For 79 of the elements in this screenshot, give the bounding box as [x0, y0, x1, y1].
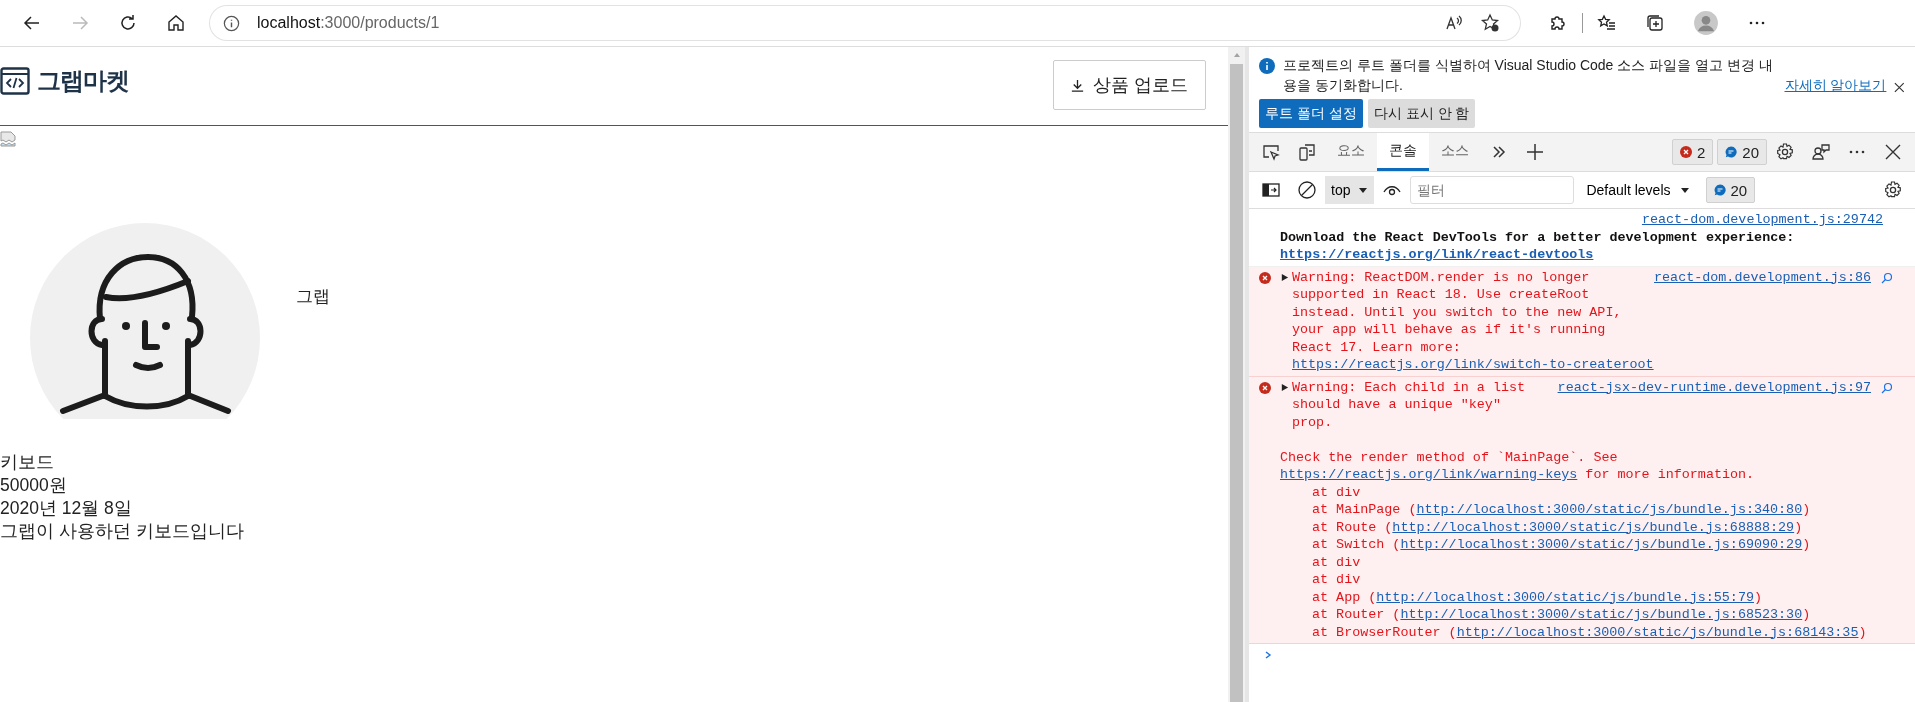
stack-frame: at Router (http://localhost:3000/static/js/bundle.js:68523:30): [1312, 607, 1811, 622]
devtools-tab[interactable]: 콘솔: [1377, 133, 1429, 171]
message-count-button[interactable]: 20: [1705, 177, 1756, 203]
context-dropdown[interactable]: top: [1325, 176, 1375, 204]
prompt-chevron-icon[interactable]: [1263, 650, 1273, 660]
stack-frame: at Route (http://localhost:3000/static/js/bundle.js:68888:29): [1312, 519, 1803, 535]
docs-link[interactable]: https://reactjs.org/link/react-devtools: [1280, 247, 1594, 262]
message-icon: [1725, 146, 1738, 158]
close-icon[interactable]: [1883, 142, 1903, 162]
code-window-icon: [0, 66, 30, 96]
stack-link[interactable]: http://localhost:3000/static/js/bundle.js:55:79: [1376, 589, 1754, 605]
message-text: Warning: Each child in a list should have a unique "key" prop.: [1292, 379, 1526, 430]
puzzle-icon[interactable]: [1548, 13, 1568, 33]
infobar-button[interactable]: 루트 폴더 설정: [1259, 99, 1363, 128]
scrollbar[interactable]: [1228, 47, 1245, 702]
caret-icon: [1679, 185, 1690, 195]
search-icon[interactable]: [1881, 271, 1893, 284]
filter-field[interactable]: 필터: [1410, 176, 1575, 204]
stack-link[interactable]: http://localhost:3000/static/js/bundle.js:68143:35: [1456, 624, 1859, 640]
product-detail: 2020년 12월 8일: [0, 497, 132, 520]
favorite-star-icon[interactable]: [1480, 13, 1500, 33]
stack-link[interactable]: http://localhost:3000/static/js/bundle.js:68888:29: [1392, 519, 1795, 535]
error-icon: [1258, 381, 1271, 394]
close-icon[interactable]: [1894, 82, 1905, 93]
settings-icon[interactable]: [1775, 142, 1795, 162]
address-field[interactable]: localhost:3000/products/1: [210, 6, 1520, 40]
infobar-button[interactable]: 다시 표시 안 함: [1367, 99, 1476, 128]
source-link[interactable]: react-jsx-dev-runtime.development.js:97: [1557, 378, 1871, 396]
devtools-tab[interactable]: 소스: [1429, 133, 1481, 171]
reload-icon[interactable]: [118, 13, 138, 33]
stack-frame: at BrowserRouter (http://localhost:3000/static/js/bundle.js:68143:35): [1312, 624, 1867, 640]
settings-icon[interactable]: [1883, 180, 1903, 200]
source-link[interactable]: react-dom.development.js:86: [1654, 268, 1871, 286]
device-icon[interactable]: [1297, 142, 1317, 162]
product-detail: 50000원: [0, 474, 67, 497]
stack-link[interactable]: http://localhost:3000/static/js/bundle.js:340:80: [1416, 502, 1803, 517]
collections-icon[interactable]: [1645, 13, 1665, 33]
sidebar-icon[interactable]: [1261, 180, 1281, 200]
favorites-icon[interactable]: [1597, 13, 1617, 33]
logo-text: 그랩마켓: [37, 66, 129, 96]
message-icon: [1713, 184, 1726, 196]
levels-dropdown[interactable]: Default levels: [1580, 181, 1696, 199]
message-text: Check the render method of `MainPage`. See https://reactjs.org/link/warning-keys for more information.: [1280, 449, 1755, 482]
home-icon[interactable]: [166, 13, 186, 33]
info-icon: [1259, 58, 1275, 74]
error-icon: [1258, 271, 1271, 284]
upload-button[interactable]: 상품 업로드: [1053, 60, 1206, 110]
inspect-icon[interactable]: [1261, 142, 1281, 162]
learn-more-link[interactable]: 자세히 알아보기: [1784, 77, 1887, 95]
stack-link[interactable]: http://localhost:3000/static/js/bundle.js:68523:30: [1400, 607, 1803, 622]
stack-frame: at div: [1312, 554, 1361, 570]
add-icon[interactable]: [1525, 142, 1545, 162]
expand-triangle-icon[interactable]: [1280, 382, 1289, 392]
devtools-tab[interactable]: 요소: [1325, 133, 1377, 171]
search-icon[interactable]: [1881, 381, 1893, 394]
docs-link[interactable]: https://reactjs.org/link/switch-to-createroot: [1292, 357, 1654, 372]
error-count-button[interactable]: 2: [1671, 139, 1714, 165]
expand-triangle-icon[interactable]: [1280, 272, 1289, 282]
download-icon: [1070, 77, 1086, 93]
stack-link[interactable]: http://localhost:3000/static/js/bundle.js:69090:29: [1400, 537, 1803, 552]
seller-name: 그랩: [296, 286, 330, 308]
stack-frame: at div: [1312, 572, 1361, 587]
clear-icon[interactable]: [1297, 180, 1317, 200]
product-detail: 그랩이 사용하던 키보드입니다: [0, 520, 244, 543]
source-link[interactable]: react-dom.development.js:29742: [1641, 211, 1883, 229]
profile-avatar-icon[interactable]: [1693, 10, 1719, 36]
docs-link[interactable]: https://reactjs.org/link/warning-keys: [1280, 467, 1578, 482]
info-icon[interactable]: [222, 13, 241, 33]
infobar-message: 프로젝트의 루트 폴더를 식별하여 Visual Studio Code 소스 파일을 열고 변경 내용을 동기화합니다.: [1283, 56, 1774, 95]
message-count-button[interactable]: 20: [1717, 139, 1767, 165]
broken-image-icon: [0, 131, 16, 147]
product-detail: 키보드: [0, 451, 54, 474]
stack-frame: at App (http://localhost:3000/static/js/bundle.js:55:79): [1312, 589, 1763, 605]
caret-icon: [1358, 185, 1369, 195]
error-icon: [1679, 146, 1692, 158]
stack-frame: at Switch (http://localhost:3000/static/js/bundle.js:69090:29): [1312, 537, 1811, 552]
stack-frame: at MainPage (http://localhost:3000/static/js/bundle.js:340:80): [1312, 502, 1811, 517]
people-icon[interactable]: [1811, 142, 1831, 162]
stack-frame: at div: [1312, 484, 1361, 500]
